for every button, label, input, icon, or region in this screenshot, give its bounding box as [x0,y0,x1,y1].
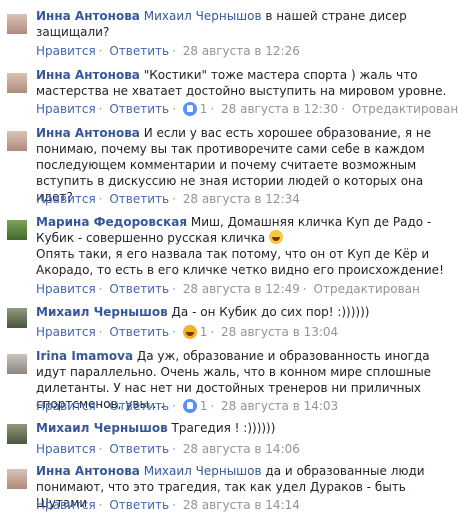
comment-actions: Нравится · Ответить · 1 · 28 августа в 13:0… [36,325,339,339]
like-link[interactable]: Нравится [36,498,96,512]
comment-timestamp[interactable]: 28 августа в 12:30 [221,102,338,116]
comment-actions: Нравится · Ответить · 28 августа в 12:26 [36,44,300,58]
avatar[interactable] [7,469,27,489]
comment-body: Инна Антонова "Костики" тоже мастера спо… [36,67,448,99]
comment-body: Михаил Чернышов Да - он Кубик до сих пор… [36,304,448,320]
comment-timestamp[interactable]: 28 августа в 14:14 [183,498,300,512]
reply-link[interactable]: Ответить [109,282,169,296]
comment-timestamp[interactable]: 28 августа в 14:03 [221,399,338,413]
haha-reaction-icon[interactable] [182,325,197,339]
laughing-emoji-icon [269,230,284,244]
comment-author[interactable]: Irina Imamova [36,349,133,363]
comment-text: Да - он Кубик до сих пор! :)))))) [171,305,370,319]
reaction-count[interactable]: 1 [200,102,208,116]
avatar[interactable] [7,424,27,444]
edited-label[interactable]: Отредактирован [352,102,458,116]
comment-actions: Нравится · Ответить · 28 августа в 14:14 [36,498,300,512]
avatar[interactable] [7,14,27,34]
comment-author[interactable]: Инна Антонова [36,126,140,140]
like-link[interactable]: Нравится [36,282,96,296]
avatar[interactable] [7,73,27,93]
avatar[interactable] [7,354,27,374]
comment-timestamp[interactable]: 28 августа в 13:04 [221,325,338,339]
reply-link[interactable]: Ответить [109,442,169,456]
reply-link[interactable]: Ответить [109,399,169,413]
comment-body: Марина Федоровская Миш, Домашняя кличка … [36,214,448,278]
comment-author[interactable]: Михаил Чернышов [36,421,168,435]
edited-label[interactable]: Отредактирован [314,282,420,296]
avatar[interactable] [7,220,27,240]
comment-timestamp[interactable]: 28 августа в 12:49 [183,282,300,296]
comment-text-continued: Опять таки, я его назвала так потому, чт… [36,247,444,277]
like-link[interactable]: Нравится [36,399,96,413]
comment-timestamp[interactable]: 28 августа в 12:26 [183,44,300,58]
comment-author[interactable]: Инна Антонова [36,68,140,82]
comment-mention[interactable]: Михаил Чернышов [144,464,262,478]
comment-actions: Нравится · Ответить · 28 августа в 12:49 · … [36,282,420,296]
comment-body: Михаил Чернышов Трагедия ! :)))))) [36,420,448,436]
reply-link[interactable]: Ответить [109,44,169,58]
comment-actions: Нравится · Ответить · 1 · 28 августа в 12:3… [36,102,458,116]
comment-text: Трагедия ! :)))))) [171,421,276,435]
like-link[interactable]: Нравится [36,325,96,339]
avatar[interactable] [7,131,27,151]
comment-author[interactable]: Инна Антонова [36,9,140,23]
like-link[interactable]: Нравится [36,102,96,116]
like-link[interactable]: Нравится [36,44,96,58]
like-reaction-icon[interactable] [182,102,197,116]
reply-link[interactable]: Ответить [109,192,169,206]
comment-author[interactable]: Инна Антонова [36,464,140,478]
comment-actions: Нравится · Ответить · 28 августа в 14:06 [36,442,300,456]
comment-timestamp[interactable]: 28 августа в 14:06 [183,442,300,456]
reply-link[interactable]: Ответить [109,325,169,339]
reaction-count[interactable]: 1 [200,325,208,339]
comment-timestamp[interactable]: 28 августа в 12:34 [183,192,300,206]
reply-link[interactable]: Ответить [109,498,169,512]
comment-author[interactable]: Михаил Чернышов [36,305,168,319]
reaction-count[interactable]: 1 [200,399,208,413]
comment-mention[interactable]: Михаил Чернышов [144,9,262,23]
comment-actions: Нравится · Ответить · 28 августа в 12:34 [36,192,300,206]
comment-author[interactable]: Марина Федоровская [36,215,187,229]
reply-link[interactable]: Ответить [109,102,169,116]
like-reaction-icon[interactable] [182,399,197,413]
avatar[interactable] [7,308,27,328]
like-link[interactable]: Нравится [36,442,96,456]
comment-actions: Нравится · Ответить · 1 · 28 августа в 14:0… [36,399,339,413]
comment-body: Инна Антонова Михаил Чернышов в нашей ст… [36,8,448,40]
like-link[interactable]: Нравится [36,192,96,206]
